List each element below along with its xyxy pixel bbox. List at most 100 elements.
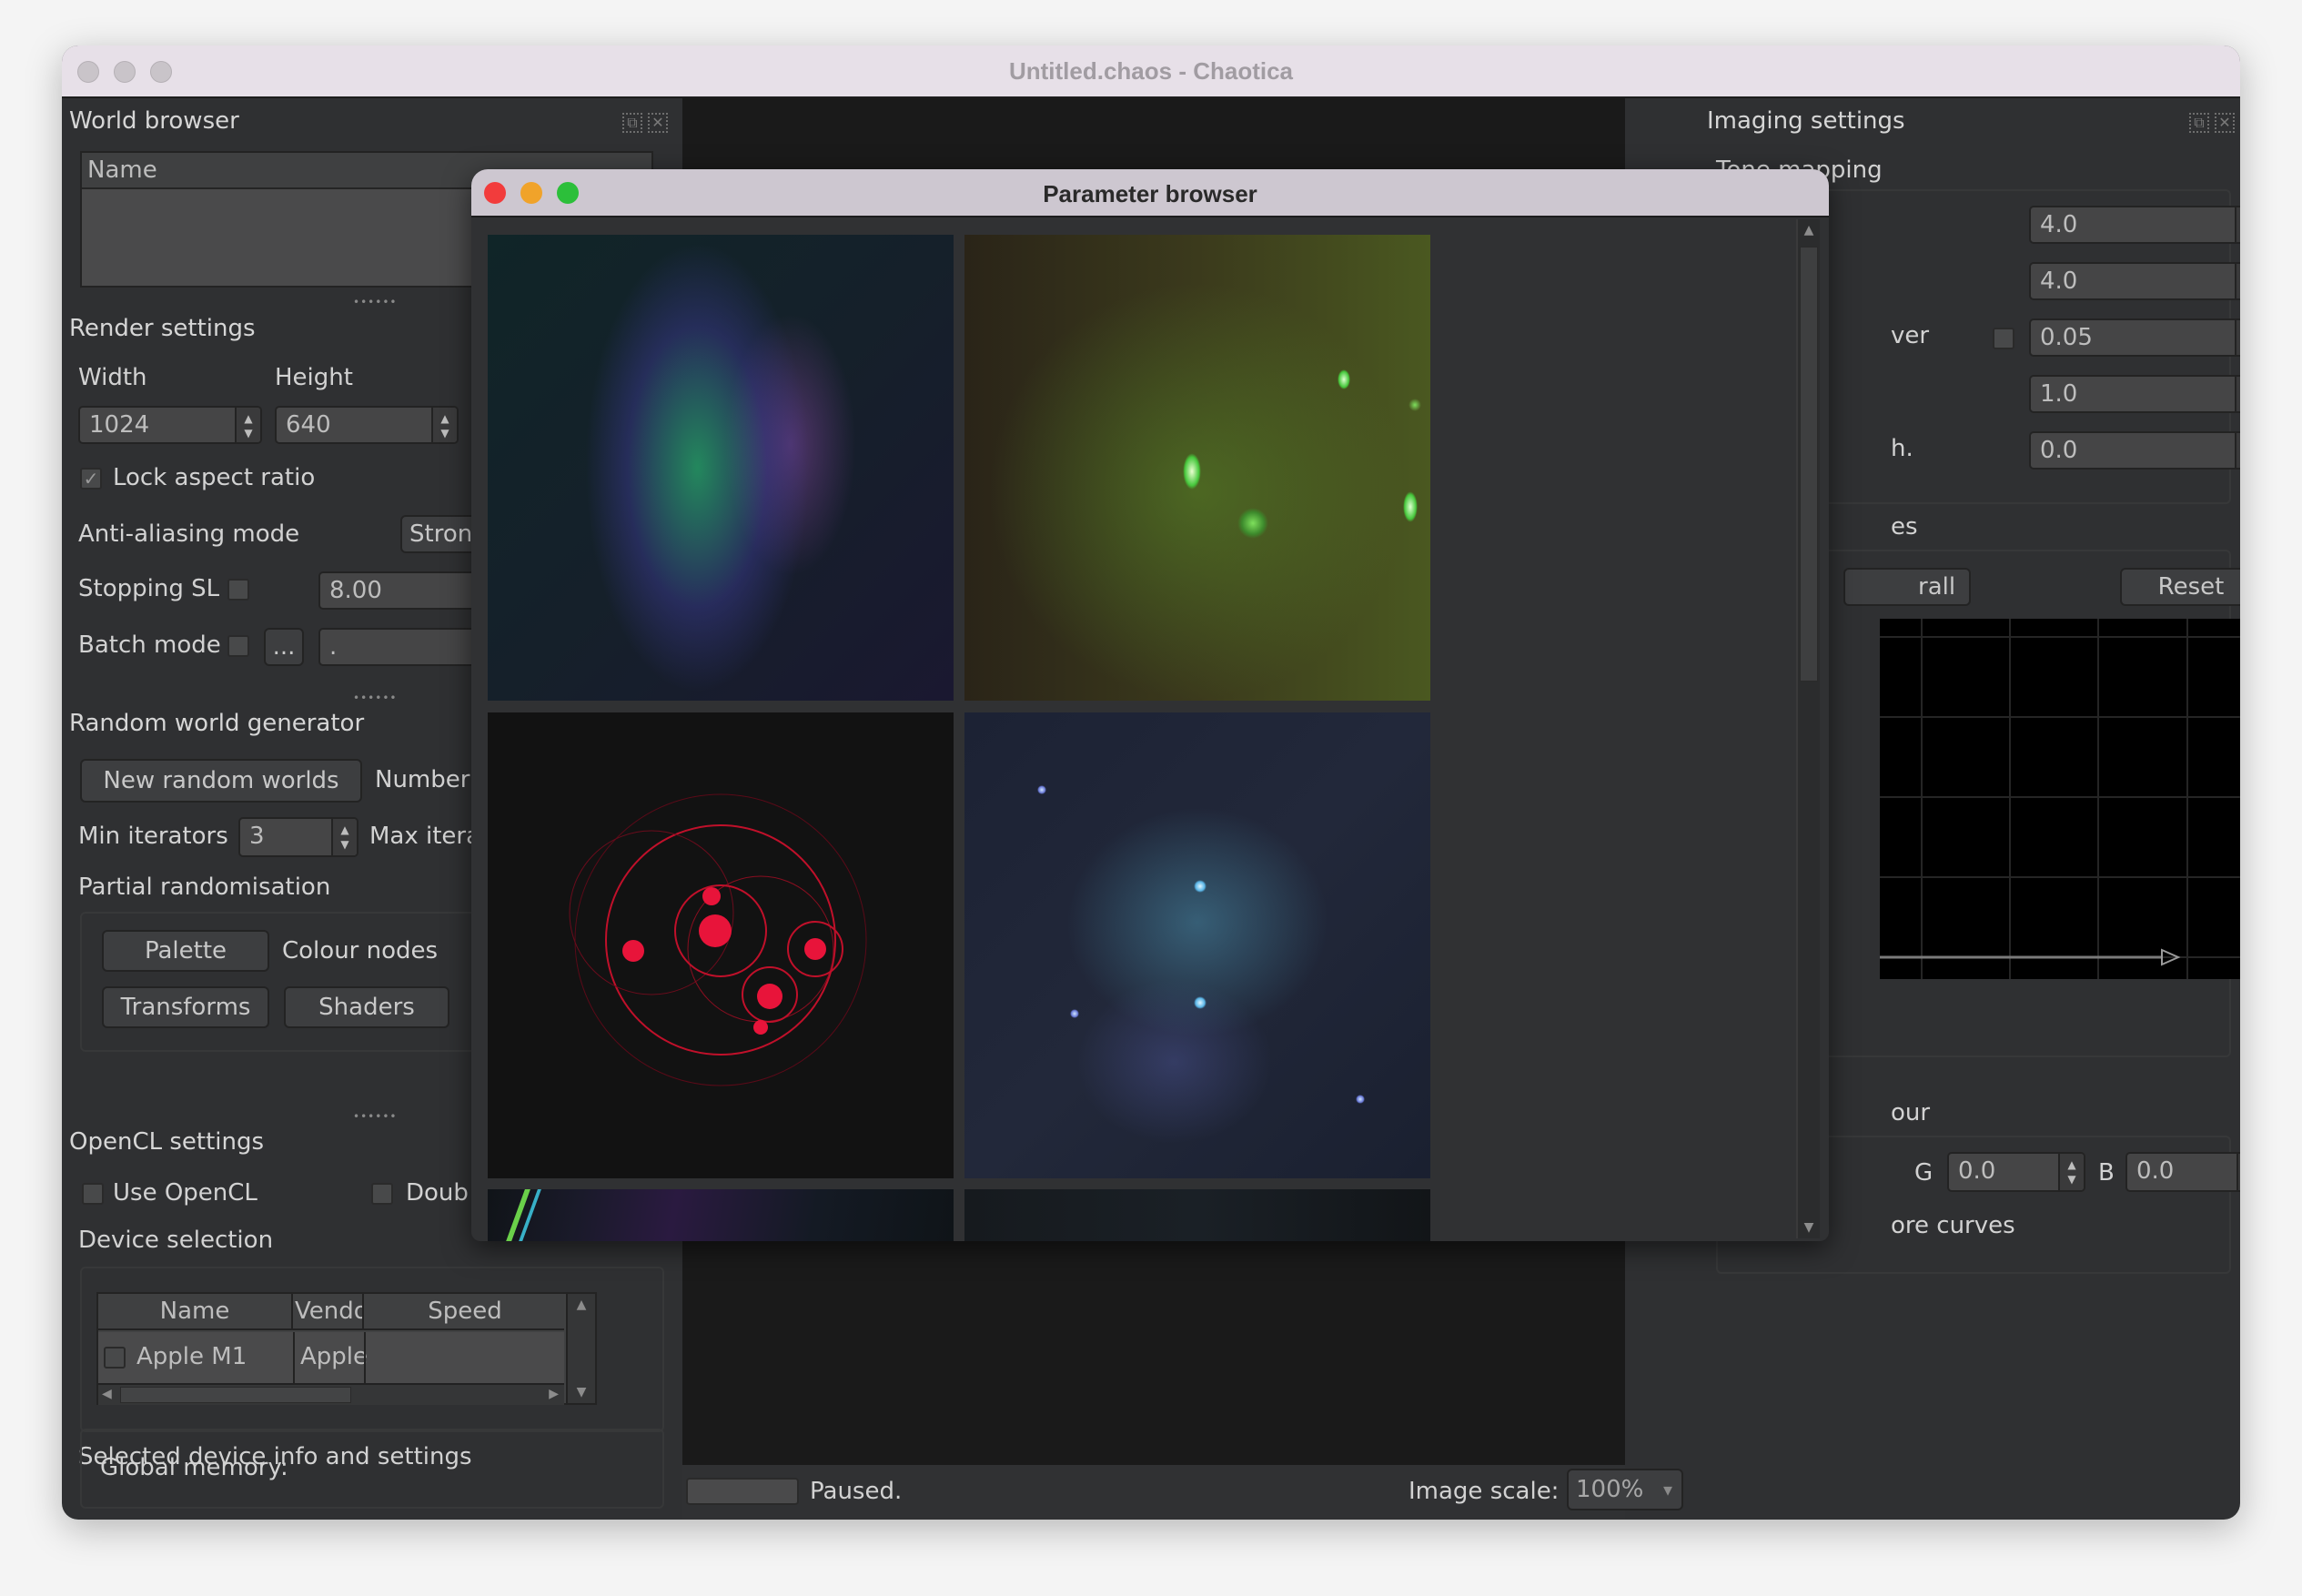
colour-title: our [1891, 1099, 1931, 1126]
g-input[interactable]: 0.0 ▲ ▼ [1947, 1152, 2085, 1192]
device-vendor: Apple [300, 1343, 369, 1370]
image-scale-label: Image scale: [1408, 1478, 1560, 1505]
thumbnail-2[interactable] [964, 235, 1430, 701]
antialias-label: Anti-aliasing mode [78, 520, 300, 548]
tone-field-5[interactable]: 0.0 ▲▼ [2029, 431, 2240, 470]
tone-field-2[interactable]: 4.0 ▲▼ [2029, 262, 2240, 300]
b-spinner[interactable]: ▲▼ [2236, 1154, 2240, 1190]
render-settings-title: Render settings [69, 315, 256, 342]
b-input[interactable]: 0.0 ▲▼ [2125, 1152, 2240, 1192]
height-spinner[interactable]: ▲ ▼ [431, 408, 457, 442]
new-random-worlds-button[interactable]: New random worlds [80, 759, 362, 803]
global-memory-label: Global memory: [100, 1454, 288, 1481]
column-header-speed[interactable]: Speed [366, 1294, 564, 1328]
tone-field-5-spinner[interactable]: ▲▼ [2235, 433, 2240, 468]
image-scale-value: 100% [1576, 1476, 1644, 1503]
column-header-vendor[interactable]: Vendor [295, 1294, 364, 1328]
window-title: Untitled.chaos - Chaotica [1008, 57, 1294, 85]
thumbnail-5[interactable] [488, 1189, 954, 1241]
splitter-handle[interactable]: •••••• [353, 692, 397, 704]
scroll-up-icon[interactable]: ▲ [568, 1294, 595, 1312]
min-iterators-input[interactable]: 3 ▲ ▼ [238, 817, 358, 857]
thumbnail-3[interactable] [488, 712, 954, 1178]
width-spinner[interactable]: ▲ ▼ [235, 408, 260, 442]
splitter-handle[interactable]: •••••• [353, 1110, 397, 1123]
main-title-bar: Untitled.chaos - Chaotica [62, 45, 2240, 98]
curve-channel-value: rall [1918, 573, 1956, 601]
close-panel-icon[interactable]: ✕ [648, 113, 668, 133]
g-value: 0.0 [1958, 1157, 1996, 1185]
table-row[interactable]: Apple M1 Apple [98, 1332, 564, 1385]
transforms-button[interactable]: Transforms [102, 986, 269, 1028]
float-panel-icon[interactable]: ⧉ [2189, 113, 2209, 133]
tone-field-3[interactable]: 0.05 ▲▼ [2029, 318, 2240, 357]
partial-randomisation-title: Partial randomisation [78, 874, 331, 901]
height-input[interactable]: 640 ▲ ▼ [275, 406, 459, 444]
batch-mode-label: Batch mode [78, 631, 221, 659]
scroll-left-icon[interactable]: ◀ [102, 1387, 112, 1401]
hscroll-thumb[interactable] [120, 1387, 351, 1403]
dialog-vscrollbar[interactable]: ▲ ▼ [1796, 219, 1820, 1238]
ignore-curves-label: ore curves [1891, 1212, 2015, 1239]
thumbnail-6[interactable] [964, 1189, 1430, 1241]
lock-aspect-checkbox[interactable]: ✓ [80, 468, 102, 490]
scroll-down-icon[interactable]: ▼ [568, 1385, 595, 1399]
world-browser-title: World browser [69, 107, 239, 135]
device-table-header: Name Vendor Speed [98, 1294, 564, 1330]
tone-field-2-spinner[interactable]: ▲▼ [2235, 264, 2240, 298]
use-opencl-checkbox[interactable] [82, 1183, 104, 1205]
thumbnail-4[interactable] [964, 712, 1430, 1178]
thumbnail-1[interactable] [488, 235, 954, 701]
tone-field-3-spinner[interactable]: ▲▼ [2235, 320, 2240, 355]
batch-mode-checkbox[interactable] [227, 635, 249, 657]
tone-field-4-spinner[interactable]: ▲▼ [2235, 377, 2240, 411]
vscroll-thumb[interactable] [1800, 247, 1818, 682]
image-scale-dropdown[interactable]: 100% ▾ [1567, 1469, 1683, 1510]
shaders-button[interactable]: Shaders [284, 986, 449, 1028]
g-spinner[interactable]: ▲ ▼ [2058, 1154, 2084, 1190]
thumbnail-3-art [569, 793, 867, 1086]
number-label: Number [375, 766, 470, 793]
tone-field-2-value: 4.0 [2040, 268, 2078, 295]
stopping-sl-checkbox[interactable] [227, 579, 249, 601]
tone-field-4[interactable]: 1.0 ▲▼ [2029, 375, 2240, 413]
device-checkbox[interactable] [104, 1347, 126, 1369]
status-text: Paused. [810, 1478, 903, 1505]
height-label: Height [275, 364, 353, 391]
status-bar: Paused. Image scale: 100% ▾ [682, 1465, 1683, 1520]
splitter-handle[interactable]: •••••• [353, 296, 397, 308]
width-input[interactable]: 1024 ▲ ▼ [78, 406, 262, 444]
g-label: G [1914, 1159, 1933, 1187]
max-iterators-label: Max itera [369, 823, 481, 850]
device-table-hscrollbar[interactable]: ◀ ▶ [98, 1383, 564, 1405]
min-iterators-value: 3 [249, 823, 265, 850]
curve-grid [1880, 619, 2240, 979]
palette-button[interactable]: Palette [102, 930, 269, 972]
double-precision-checkbox[interactable] [371, 1183, 393, 1205]
tone-field-4-value: 1.0 [2040, 380, 2078, 408]
chevron-down-icon: ▾ [1662, 1479, 1672, 1500]
reset-curves-button[interactable]: Reset [2120, 568, 2240, 606]
close-panel-icon[interactable]: ✕ [2215, 113, 2235, 133]
use-opencl-label: Use OpenCL [113, 1179, 257, 1207]
min-iterators-label: Min iterators [78, 823, 228, 850]
curve-channel-dropdown[interactable]: rall [1843, 568, 1971, 606]
scroll-down-icon[interactable]: ▼ [1798, 1220, 1820, 1235]
curve-editor[interactable] [1880, 619, 2240, 979]
device-table-vscrollbar[interactable]: ▲ ▼ [566, 1294, 595, 1403]
min-iterators-spinner[interactable]: ▲ ▼ [331, 819, 357, 855]
width-value: 1024 [89, 411, 150, 439]
tone-field-1[interactable]: 4.0 ▲▼ [2029, 206, 2240, 244]
tone-field-1-spinner[interactable]: ▲▼ [2235, 207, 2240, 242]
batch-browse-button[interactable]: ... [264, 628, 304, 666]
scroll-up-icon[interactable]: ▲ [1798, 219, 1820, 237]
tone-field-3-checkbox[interactable] [1993, 328, 2014, 349]
b-value: 0.0 [2136, 1157, 2175, 1185]
opencl-settings-title: OpenCL settings [69, 1128, 265, 1156]
colour-nodes-label: Colour nodes [282, 937, 439, 965]
scroll-right-icon[interactable]: ▶ [549, 1387, 559, 1401]
parameter-browser-dialog: Parameter browser ▲ ▼ [471, 169, 1829, 1241]
tone-field-5-value: 0.0 [2040, 437, 2078, 464]
column-header-name[interactable]: Name [98, 1294, 293, 1328]
float-panel-icon[interactable]: ⧉ [622, 113, 642, 133]
